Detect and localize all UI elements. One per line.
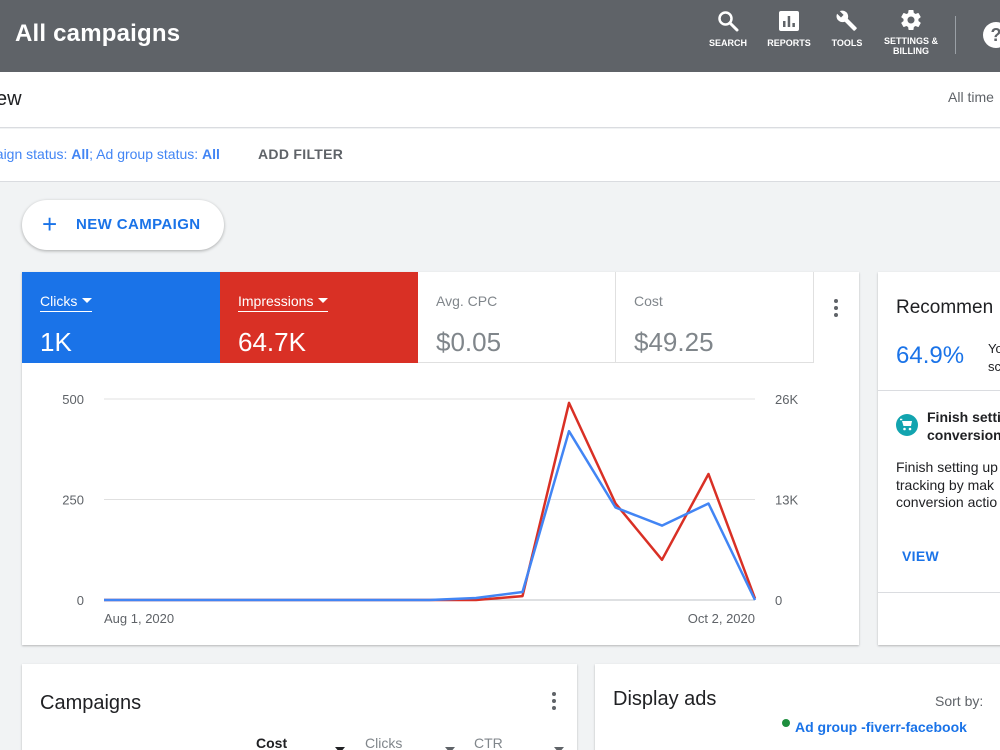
recommendations-card: Recommen 64.9% Yo sc Finish setti conver… (878, 272, 1000, 645)
y-right-tick-label: 26K (775, 392, 798, 407)
date-range-selector[interactable]: All time (948, 89, 994, 105)
dropdown-arrow-icon (318, 297, 329, 303)
recommendation-description: Finish setting up tracking by mak conver… (896, 459, 998, 512)
metric-cost-label: Cost (634, 293, 663, 309)
dropdown-arrow-icon (82, 297, 93, 303)
metric-cost-tile[interactable]: Cost $49.25 (616, 272, 814, 363)
campaigns-card-title: Campaigns (40, 692, 142, 714)
y-left-tick-label: 250 (62, 493, 84, 508)
campaigns-card: Campaigns Cost Clicks CTR (22, 664, 577, 750)
metric-avg-cpc-label: Avg. CPC (436, 293, 498, 309)
impressions-series-line (104, 401, 757, 602)
new-campaign-label: NEW CAMPAIGN (76, 216, 201, 233)
ctr-dropdown-arrow-icon[interactable] (554, 740, 564, 750)
optimization-score: 64.9% (896, 342, 965, 369)
recommendation-item-title: Finish setti conversion (927, 408, 1000, 444)
x-tick-label-end: Oct 2, 2020 (688, 611, 755, 626)
status-dot-icon (782, 719, 790, 727)
settings-label-line1: SETTINGS & (883, 36, 938, 46)
x-tick-label-start: Aug 1, 2020 (104, 611, 174, 626)
score-text-line2: sc (988, 359, 1000, 374)
campaign-status-value: All (71, 146, 90, 162)
metric-avg-cpc-tile[interactable]: Avg. CPC $0.05 (418, 272, 616, 363)
filter-middle: ; Ad group status: (89, 146, 203, 162)
y-left-tick-label: 0 (77, 593, 84, 608)
score-text-line1: Yo (988, 341, 1000, 356)
metric-clicks-label-text: Clicks (40, 293, 78, 309)
gear-icon (901, 10, 921, 31)
filter-bar: paign status: All; Ad group status: All … (0, 129, 1000, 182)
cart-icon (896, 414, 918, 436)
toolbar-divider (955, 16, 956, 54)
search-tool-label: SEARCH (708, 38, 747, 48)
clicks-series-line (104, 429, 757, 602)
help-icon[interactable]: ? (983, 22, 1000, 48)
divider (878, 390, 1000, 391)
view-title: ew (0, 88, 22, 110)
add-filter-button[interactable]: ADD FILTER (258, 146, 343, 162)
rec-body-line1: Finish setting up (896, 459, 998, 475)
column-cost-header[interactable]: Cost (256, 735, 287, 750)
divider (878, 592, 1000, 593)
reports-icon (779, 11, 799, 31)
ad-group-link[interactable]: Ad group -fiverr-facebook (795, 719, 967, 735)
display-ads-card: Display ads Sort by: Ad group -fiverr-fa… (595, 664, 1000, 750)
y-right-tick-label: 13K (775, 493, 798, 508)
performance-line-chart: 500 26K 250 13K 0 0 Aug 1, 2020 Oct 2, 2020 (62, 392, 798, 626)
column-clicks-header[interactable]: Clicks (365, 735, 402, 750)
sort-by-label[interactable]: Sort by: (935, 693, 983, 709)
rec-body-line3: conversion actio (896, 494, 998, 510)
ad-group-status-value: All (202, 146, 220, 162)
y-left-tick-label: 500 (62, 392, 84, 407)
cost-dropdown-arrow-icon[interactable] (335, 740, 345, 750)
y-right-tick-label: 0 (775, 593, 782, 608)
metric-clicks-label[interactable]: Clicks (40, 293, 93, 312)
tools-tool-label: TOOLS (831, 38, 863, 48)
metric-avg-cpc-value: $0.05 (436, 327, 502, 357)
top-bar: All campaigns SEARCH REPORTS TOOLS SETTI… (0, 0, 1000, 72)
display-ads-title: Display ads (613, 688, 717, 710)
clicks-dropdown-arrow-icon[interactable] (445, 740, 455, 750)
optimization-score-text: Yo sc (988, 340, 1000, 376)
metric-impressions-tile[interactable]: Impressions 64.7K (220, 272, 418, 363)
chart-more-options-icon[interactable] (826, 296, 846, 320)
rec-title-line1: Finish setti (927, 409, 1000, 425)
metric-impressions-value: 64.7K (238, 327, 306, 357)
recommendations-title: Recommen (896, 297, 994, 318)
settings-label-line2: BILLING (893, 46, 929, 56)
wrench-icon (836, 10, 857, 31)
metric-clicks-value: 1K (40, 327, 72, 357)
settings-billing-button[interactable]: SETTINGS & BILLING (880, 8, 942, 56)
reports-tool-label: REPORTS (767, 38, 811, 48)
metric-clicks-tile[interactable]: Clicks 1K (22, 272, 220, 363)
plus-icon: + (42, 209, 58, 239)
metric-impressions-label[interactable]: Impressions (238, 293, 329, 312)
new-campaign-button[interactable]: + NEW CAMPAIGN (22, 200, 224, 250)
page-subheader: ew All time (0, 72, 1000, 128)
tools-tool-button[interactable]: TOOLS (826, 8, 868, 48)
metric-impressions-label-text: Impressions (238, 293, 314, 309)
rec-body-line2: tracking by mak (896, 476, 995, 493)
reports-tool-button[interactable]: REPORTS (764, 8, 814, 48)
search-tool-button[interactable]: SEARCH (706, 8, 750, 48)
view-recommendation-button[interactable]: VIEW (902, 548, 939, 564)
search-icon (718, 11, 739, 32)
status-filter[interactable]: paign status: All; Ad group status: All (0, 146, 220, 162)
filter-prefix: paign status: (0, 146, 68, 162)
page-title: All campaigns (15, 20, 181, 47)
column-ctr-header[interactable]: CTR (474, 735, 503, 750)
metric-cost-value: $49.25 (634, 327, 714, 357)
rec-title-line2: conversion (927, 427, 1000, 443)
campaigns-more-options-icon[interactable] (544, 689, 564, 713)
overview-chart-card: Clicks 1K Impressions 64.7K Avg. CPC $0.… (22, 272, 859, 645)
